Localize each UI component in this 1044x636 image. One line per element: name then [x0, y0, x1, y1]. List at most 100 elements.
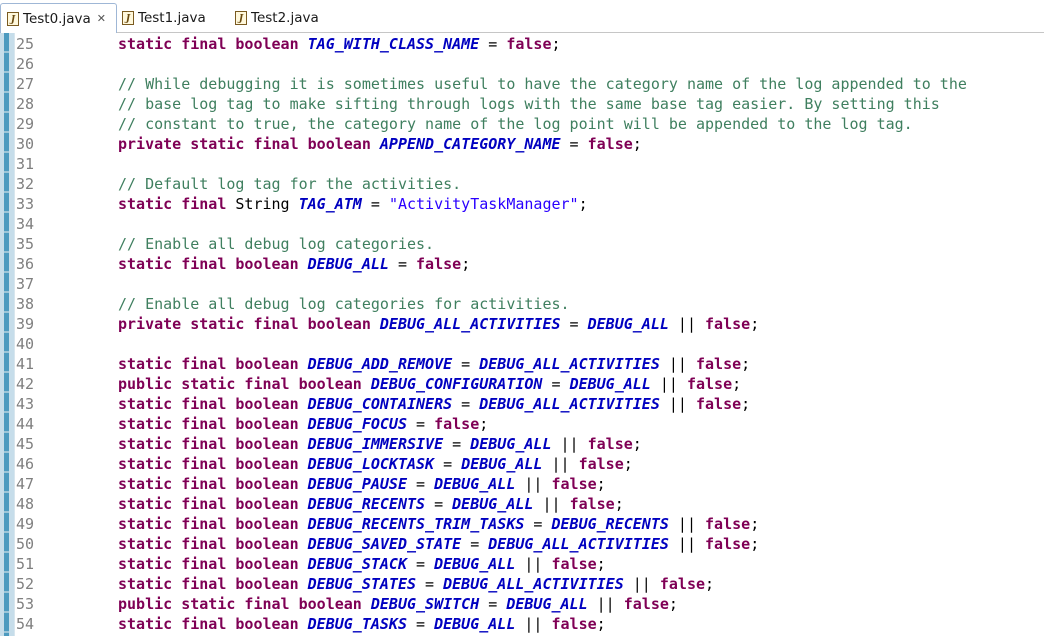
code-token: false	[686, 375, 733, 393]
code-token: DEBUG_ALL	[470, 435, 552, 453]
code-token: ;	[741, 395, 751, 413]
code-text[interactable]: static final boolean DEBUG_STATES = DEBU…	[118, 574, 714, 594]
code-token: false	[551, 475, 597, 493]
code-text[interactable]: static final boolean DEBUG_ALL = false;	[118, 254, 470, 274]
close-icon[interactable]: ✕	[97, 12, 106, 25]
tab-test2[interactable]: J Test2.java	[235, 3, 319, 33]
line-number: 38	[16, 295, 35, 313]
code-editor[interactable]: 25 static final boolean TAG_WITH_CLASS_NA…	[0, 33, 1044, 636]
code-text[interactable]: static final boolean DEBUG_RECENTS = DEB…	[118, 494, 624, 514]
code-text[interactable]: static final boolean DEBUG_LOCKTASK = DE…	[118, 454, 633, 474]
code-token: =	[479, 595, 507, 613]
code-token: public static final boolean	[118, 595, 371, 613]
code-text[interactable]: static final boolean DEBUG_PAUSE = DEBUG…	[118, 474, 606, 494]
code-token: DEBUG_ALL	[434, 475, 516, 493]
code-text[interactable]: static final boolean TAG_WITH_CLASS_NAME…	[118, 34, 561, 54]
code-token: static final boolean	[118, 455, 308, 473]
line-number: 50	[16, 535, 35, 553]
line-number: 51	[16, 555, 35, 573]
editor-tab-bar: J Test0.java ✕ J Test1.java J Test2.java	[0, 0, 1044, 33]
code-token: =	[361, 195, 389, 213]
code-token: DEBUG_LOCKTASK	[307, 455, 435, 473]
line-number: 44	[16, 415, 35, 433]
line-number: 37	[16, 275, 35, 293]
tab-test1[interactable]: J Test1.java	[122, 3, 206, 33]
code-text[interactable]: static final boolean DEBUG_CONTAINERS = …	[118, 394, 750, 414]
code-token: =	[560, 315, 588, 333]
code-token: ;	[732, 375, 742, 393]
change-ruler-strip	[4, 33, 9, 636]
code-text[interactable]: // While debugging it is sometimes usefu…	[118, 74, 967, 94]
code-token: DEBUG_ALL_ACTIVITIES	[479, 355, 660, 373]
code-token: static final boolean	[118, 35, 308, 53]
code-token: false	[587, 135, 633, 153]
line-number: 34	[16, 215, 35, 233]
code-text[interactable]: // Enable all debug log categories for a…	[118, 294, 570, 314]
code-token: DEBUG_ALL	[434, 555, 516, 573]
tab-test0[interactable]: J Test0.java ✕	[0, 3, 117, 33]
code-token: ;	[750, 515, 760, 533]
line-number: 49	[16, 515, 35, 533]
code-text[interactable]: static final String TAG_ATM = "ActivityT…	[118, 194, 588, 214]
line-number: 43	[16, 395, 35, 413]
code-token: ;	[623, 455, 633, 473]
code-text[interactable]: static final boolean DEBUG_FOCUS = false…	[118, 414, 488, 434]
code-token: DEBUG_ALL	[587, 315, 669, 333]
code-token: DEBUG_TASKS	[307, 615, 407, 633]
code-token: ;	[632, 435, 642, 453]
code-token: DEBUG_STATES	[307, 575, 417, 593]
code-text[interactable]: static final boolean DEBUG_TASKS = DEBUG…	[118, 614, 606, 634]
code-text[interactable]: static final boolean DEBUG_ADD_REMOVE = …	[118, 354, 750, 374]
code-token: ;	[632, 135, 642, 153]
code-text[interactable]: public static final boolean DEBUG_SWITCH…	[118, 594, 678, 614]
line-number: 47	[16, 475, 35, 493]
code-token: false	[705, 535, 751, 553]
code-token: // base log tag to make sifting through …	[118, 95, 940, 113]
java-file-icon: J	[7, 11, 19, 26]
code-token: =	[416, 575, 444, 593]
code-token: =	[443, 435, 471, 453]
code-text[interactable]: // base log tag to make sifting through …	[118, 94, 940, 114]
code-token: ;	[705, 575, 715, 593]
code-text[interactable]: static final boolean DEBUG_IMMERSIVE = D…	[118, 434, 642, 454]
code-token: ||	[587, 595, 624, 613]
code-token: ;	[578, 195, 588, 213]
code-token: TAG_WITH_CLASS_NAME	[307, 35, 480, 53]
code-token: static final boolean	[118, 575, 308, 593]
code-text[interactable]: static final boolean DEBUG_STACK = DEBUG…	[118, 554, 606, 574]
code-token: ||	[668, 515, 706, 533]
code-token: DEBUG_FOCUS	[307, 415, 407, 433]
code-token: static final	[118, 195, 236, 213]
code-token: ;	[750, 315, 760, 333]
code-token: // While debugging it is sometimes usefu…	[118, 75, 967, 93]
code-text[interactable]: // constant to true, the category name o…	[118, 114, 913, 134]
code-token: =	[407, 555, 435, 573]
line-number: 36	[16, 255, 35, 273]
code-token: DEBUG_ALL_ACTIVITIES	[488, 535, 669, 553]
code-token: DEBUG_CONFIGURATION	[370, 375, 543, 393]
code-text[interactable]: private static final boolean DEBUG_ALL_A…	[118, 314, 759, 334]
code-token: static final boolean	[118, 555, 308, 573]
tab-label: Test0.java	[23, 10, 91, 27]
java-file-icon: J	[235, 11, 247, 25]
code-text[interactable]: private static final boolean APPEND_CATE…	[118, 134, 642, 154]
line-number: 35	[16, 235, 35, 253]
code-token: static final boolean	[118, 415, 308, 433]
code-token: ||	[515, 475, 552, 493]
code-token: ||	[668, 535, 706, 553]
code-token: DEBUG_STACK	[307, 555, 407, 573]
line-number: 25	[16, 35, 35, 53]
code-token: DEBUG_ALL_ACTIVITIES	[443, 575, 624, 593]
code-token: ;	[750, 535, 760, 553]
code-text[interactable]: // Default log tag for the activities.	[118, 174, 461, 194]
code-token: false	[587, 435, 633, 453]
code-token: ||	[650, 375, 687, 393]
code-token: ||	[533, 495, 570, 513]
code-text[interactable]: static final boolean DEBUG_SAVED_STATE =…	[118, 534, 759, 554]
code-token: static final boolean	[118, 515, 308, 533]
code-token: =	[560, 135, 588, 153]
code-text[interactable]: static final boolean DEBUG_RECENTS_TRIM_…	[118, 514, 759, 534]
code-text[interactable]: // Enable all debug log categories.	[118, 234, 434, 254]
code-text[interactable]: public static final boolean DEBUG_CONFIG…	[118, 374, 741, 394]
code-token: APPEND_CATEGORY_NAME	[379, 135, 561, 153]
